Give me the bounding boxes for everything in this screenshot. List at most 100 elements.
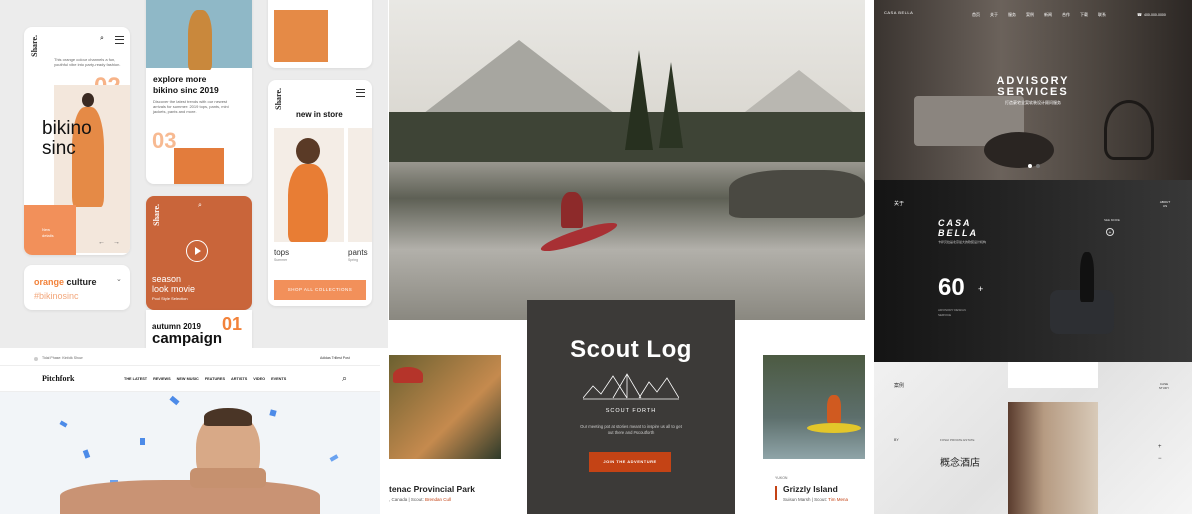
artist-hands: [190, 468, 266, 488]
pants-photo[interactable]: [348, 128, 372, 242]
about-us-label: ABOUT US: [1159, 200, 1171, 208]
left-post-scout[interactable]: Brendan Cull: [425, 497, 451, 502]
slider-dot[interactable]: [1036, 164, 1040, 168]
case-tab[interactable]: [1008, 362, 1098, 388]
casa-wordmark-line2: BELLA: [938, 228, 978, 238]
join-adventure-button[interactable]: JOIN THE ADVENTURE: [589, 452, 671, 472]
see-more-link[interactable]: SEE MORE: [1104, 218, 1120, 222]
movie-caption: Pool Style Selection: [152, 296, 188, 301]
scout-description: Our meeting pot at stories meant to insp…: [580, 424, 682, 435]
minus-icon[interactable]: −: [1158, 456, 1162, 462]
model-head: [82, 93, 94, 107]
shop-all-button[interactable]: SHOP ALL COLLECTIONS: [274, 280, 366, 300]
nav-home[interactable]: 首页: [972, 12, 980, 18]
number-03: 03: [152, 128, 177, 153]
confetti: [169, 395, 180, 406]
top-bar: Tidal Phase: Kinfolk Show Adidas Trilles…: [0, 352, 380, 366]
scout-log-panel: Scout Log SCOUT FORTH Our meeting pot at…: [389, 0, 865, 514]
nav-cases[interactable]: 案例: [1026, 12, 1034, 18]
phone-screen-movie: Share. ⌕ season look movie Pool Style Se…: [146, 196, 252, 310]
chevron-down-icon[interactable]: ⌄: [116, 275, 122, 283]
nav-news[interactable]: 新闻: [1044, 12, 1052, 18]
slider-dot-active[interactable]: [1028, 164, 1032, 168]
casa-wordmark-line1: CASA: [938, 218, 972, 228]
casa-bella-logo[interactable]: CASA BELLA: [884, 10, 913, 15]
arrow-left-icon[interactable]: ←: [98, 239, 105, 246]
play-button[interactable]: [186, 240, 208, 262]
tent-mountain-icon: [583, 373, 679, 400]
right-post-scout[interactable]: Tim Mena: [828, 497, 848, 502]
top-right-link[interactable]: Adidas Trillest Post: [320, 356, 350, 360]
plus-circle-icon[interactable]: +: [1106, 228, 1114, 236]
search-icon[interactable]: ⌕: [100, 35, 104, 43]
explore-title: explore more bikino sinc 2019: [153, 74, 219, 96]
pitchfork-panel: Tidal Phase: Kinfolk Show Adidas Trilles…: [0, 352, 380, 514]
orange-culture-card[interactable]: orange culture #bikinosinc ⌄: [24, 265, 130, 310]
arrow-right-icon[interactable]: →: [113, 239, 120, 246]
right-post-title[interactable]: Grizzly Island: [783, 484, 838, 494]
nav-reviews[interactable]: REVIEWS: [153, 377, 171, 381]
hero-title-line2: SERVICES: [997, 86, 1069, 98]
store-title: new in store: [296, 110, 343, 119]
hotel-meta: FOSHI PRIVATE ESTATE: [940, 438, 975, 442]
fashion-mockup-panel: Share. ⌕ This orange colour channels a f…: [0, 0, 388, 348]
nav-video[interactable]: VIDEO: [253, 377, 265, 381]
nav-contact[interactable]: 联系: [1098, 12, 1106, 18]
tops-photo[interactable]: [274, 128, 344, 242]
hero-subtitle: 打造豪宅全案软装设计顾问服务: [1005, 100, 1061, 105]
left-post-meta: , Canada | Scout: Brendan Cull: [389, 497, 451, 502]
tile-label-1: New: [42, 227, 51, 232]
site-header: Pitchfork THE LATEST REVIEWS NEW MUSIC F…: [0, 366, 380, 392]
card-title-orange: orange: [34, 277, 65, 287]
radio-icon: [34, 357, 38, 361]
nav-new-music[interactable]: NEW MUSIC: [177, 377, 199, 381]
hotel-name[interactable]: 概念酒店: [940, 454, 980, 469]
search-icon[interactable]: ⌕: [198, 202, 202, 210]
nav-events[interactable]: EVENTS: [271, 377, 286, 381]
nav-service[interactable]: 服务: [1008, 12, 1016, 18]
number-01: 01: [222, 314, 243, 334]
by-label: BY: [894, 438, 899, 442]
nav-about[interactable]: 关于: [990, 12, 998, 18]
menu-icon[interactable]: [115, 36, 124, 44]
new-details-tile[interactable]: New details: [24, 205, 76, 255]
casa-bella-panel: CASA BELLA 首页 关于 服务 案例 新闻 合作 下载 联系 ☎ 400…: [874, 0, 1192, 514]
menu-icon[interactable]: [356, 89, 365, 97]
artist-hair: [204, 408, 252, 426]
top-nav: CASA BELLA 首页 关于 服务 案例 新闻 合作 下载 联系 ☎ 400…: [874, 0, 1192, 30]
pitchfork-logo[interactable]: Pitchfork: [42, 374, 74, 383]
kayaker: [827, 395, 841, 423]
plus-icon[interactable]: +: [1158, 444, 1162, 450]
headline: bikino sinc: [42, 119, 92, 159]
stat-number: 60: [938, 274, 965, 301]
phone-number[interactable]: 400-000-0000: [1144, 13, 1166, 17]
thumb-photo[interactable]: [174, 148, 224, 184]
park-photo[interactable]: [389, 355, 501, 459]
model-head: [296, 138, 320, 164]
campaign-card[interactable]: autumn 2019 01 campaign: [146, 310, 252, 348]
search-icon[interactable]: ⌕: [342, 373, 347, 384]
case-label: 案例: [894, 383, 905, 389]
hero-image[interactable]: [0, 392, 380, 514]
left-post-location: , Canada | Scout:: [389, 497, 424, 502]
about-section: 关于 ABOUT US CASA BELLA 卡萨贝拉是北京最大的软装设计机构 …: [874, 180, 1192, 362]
island-tree: [659, 62, 683, 148]
explore-text: Discover the latest trends with our newe…: [153, 99, 229, 114]
nav-artists[interactable]: ARTISTS: [231, 377, 247, 381]
nav-features[interactable]: FEATURES: [205, 377, 225, 381]
rocks: [729, 170, 865, 218]
right-post-label: YUKON: [775, 476, 788, 480]
left-post-title[interactable]: tenac Provincial Park: [389, 484, 475, 494]
lounge-chair: [1104, 100, 1154, 160]
top-photo[interactable]: [274, 10, 328, 62]
hotel-room-photo[interactable]: [1008, 402, 1098, 514]
phone-screen-store: Share. new in store tops Summer pants Sp…: [268, 80, 372, 306]
nav-latest[interactable]: THE LATEST: [124, 377, 147, 381]
top-left-link[interactable]: Tidal Phase: Kinfolk Show: [42, 356, 83, 360]
confetti: [329, 454, 339, 462]
hashtag[interactable]: #bikinosinc: [34, 291, 79, 301]
nav-partner[interactable]: 合作: [1062, 12, 1070, 18]
kayak-photo[interactable]: [763, 355, 865, 459]
nav-download[interactable]: 下载: [1080, 12, 1088, 18]
brand-logo: Share.: [152, 204, 161, 226]
